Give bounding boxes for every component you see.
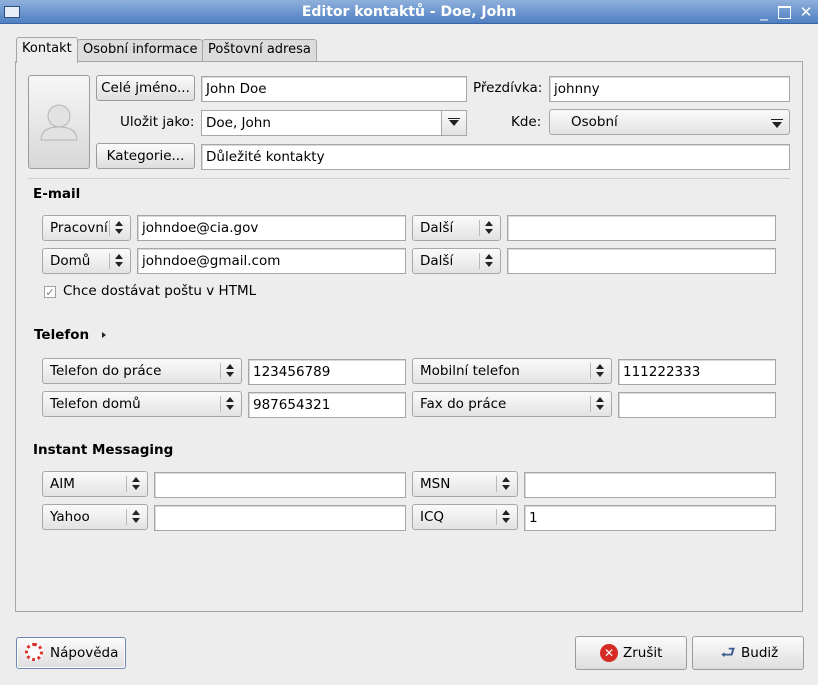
phone-type-value: Telefon domů (50, 396, 141, 412)
up-down-arrows-icon (114, 254, 124, 268)
im-type-select-1[interactable]: AIM (42, 471, 148, 497)
im-field-3[interactable] (154, 505, 406, 531)
where-label: Kde: (511, 114, 542, 130)
contact-photo-placeholder-icon (40, 104, 78, 141)
expander-arrow-icon[interactable] (102, 332, 106, 338)
cancel-button-label: Zrušit (623, 645, 663, 661)
window-title: Editor kontaktů - Doe, John (301, 4, 517, 20)
minimize-icon[interactable]: _ (755, 3, 773, 21)
phone-type-value: Telefon do práce (50, 363, 162, 379)
email-heading: E-mail (33, 186, 81, 202)
phone-type-value: Fax do práce (420, 396, 507, 412)
full-name-button[interactable]: Celé jméno... (96, 75, 195, 101)
close-icon[interactable]: ✕ (797, 3, 815, 21)
phone-type-select-1[interactable]: Telefon do práce (42, 358, 242, 384)
phone-type-select-3[interactable]: Telefon domů (42, 391, 242, 417)
phone-field-3[interactable]: 987654321 (248, 392, 406, 418)
up-down-arrows-icon (484, 254, 494, 268)
im-field-1[interactable] (154, 472, 406, 498)
im-type-value: ICQ (420, 509, 445, 525)
contact-photo-button[interactable] (28, 75, 90, 169)
up-down-arrows-icon (595, 397, 605, 411)
phone-heading: Telefon (34, 327, 90, 343)
chevron-down-icon (771, 117, 783, 129)
cancel-icon: ✕ (600, 644, 618, 662)
where-select[interactable]: Osobní (549, 109, 790, 135)
identity-separator (28, 178, 790, 179)
up-down-arrows-icon (131, 510, 141, 524)
im-type-select-3[interactable]: Yahoo (42, 504, 148, 530)
email-type-value: Domů (50, 253, 91, 269)
chevron-down-icon (449, 120, 459, 126)
phone-type-value: Mobilní telefon (420, 363, 520, 379)
up-down-arrows-icon (131, 477, 141, 491)
email-type-select-1[interactable]: Pracovní (42, 215, 131, 241)
im-type-select-4[interactable]: ICQ (412, 504, 518, 530)
im-field-2[interactable] (524, 472, 776, 498)
up-down-arrows-icon (225, 364, 235, 378)
up-down-arrows-icon (114, 221, 124, 235)
ok-arrow-icon: ⮐ (720, 643, 736, 663)
im-type-select-2[interactable]: MSN (412, 471, 518, 497)
where-value: Osobní (571, 114, 618, 130)
up-down-arrows-icon (225, 397, 235, 411)
nickname-label: Přezdívka: (473, 80, 543, 96)
im-type-value: MSN (420, 476, 451, 492)
email-type-select-4[interactable]: Další (412, 248, 501, 274)
html-mail-checkbox[interactable]: ✓ (44, 286, 56, 298)
ok-button-label: Budiž (741, 645, 779, 661)
phone-field-1[interactable]: 123456789 (248, 359, 406, 385)
email-type-select-3[interactable]: Domů (42, 248, 131, 274)
tab-kontakt[interactable]: Kontakt (16, 37, 78, 63)
html-mail-label[interactable]: Chce dostávat poštu v HTML (63, 278, 256, 304)
file-as-dropdown-button[interactable] (441, 111, 466, 135)
im-heading: Instant Messaging (33, 442, 174, 458)
file-as-combo[interactable]: Doe, John (201, 110, 467, 136)
up-down-arrows-icon (501, 510, 511, 524)
email-type-value: Další (420, 253, 454, 269)
lifebuoy-icon (25, 643, 43, 661)
email-field-1[interactable]: johndoe@cia.gov (137, 215, 406, 241)
maximize-icon[interactable] (775, 3, 793, 21)
up-down-arrows-icon (501, 477, 511, 491)
im-field-4[interactable]: 1 (524, 505, 776, 531)
im-type-value: AIM (50, 476, 75, 492)
up-down-arrows-icon (595, 364, 605, 378)
phone-type-select-2[interactable]: Mobilní telefon (412, 358, 612, 384)
email-field-2[interactable] (507, 215, 776, 241)
cancel-button[interactable]: ✕ Zrušit (575, 636, 687, 670)
phone-type-select-4[interactable]: Fax do práce (412, 391, 612, 417)
help-button[interactable]: Nápověda (16, 637, 126, 669)
help-button-label: Nápověda (50, 645, 119, 661)
email-type-select-2[interactable]: Další (412, 215, 501, 241)
file-as-label: Uložit jako: (120, 114, 195, 130)
tab-osobni-informace[interactable]: Osobní informace (77, 39, 204, 61)
file-as-value: Doe, John (206, 115, 271, 131)
phone-field-2[interactable]: 111222333 (618, 359, 776, 385)
categories-button[interactable]: Kategorie... (96, 143, 195, 169)
email-field-4[interactable] (507, 248, 776, 274)
im-type-value: Yahoo (50, 509, 90, 525)
categories-field[interactable]: Důležité kontakty (201, 144, 790, 170)
email-type-value: Pracovní (50, 220, 108, 236)
nickname-field[interactable]: johnny (549, 76, 790, 102)
ok-button[interactable]: ⮐ Budiž (692, 636, 804, 670)
email-type-value: Další (420, 220, 454, 236)
full-name-field[interactable]: John Doe (201, 76, 467, 102)
up-down-arrows-icon (484, 221, 494, 235)
tab-postovni-adresa[interactable]: Poštovní adresa (202, 39, 317, 61)
email-field-3[interactable]: johndoe@gmail.com (137, 248, 406, 274)
phone-field-4[interactable] (618, 392, 776, 418)
